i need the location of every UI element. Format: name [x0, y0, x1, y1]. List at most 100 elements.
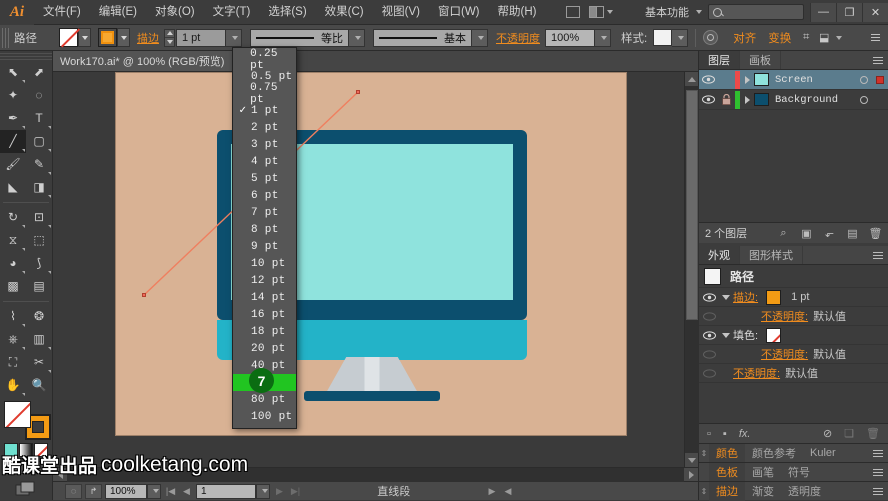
cloud-status-icon[interactable]: ◌ — [65, 483, 82, 499]
tool-rotate[interactable]: ↻ — [0, 206, 26, 229]
appearance-disclosure-icon[interactable] — [719, 294, 733, 300]
tool-blend[interactable]: ❂ — [26, 305, 52, 328]
toolbox-change-screen-icon[interactable] — [15, 481, 37, 500]
zoom-field[interactable]: 100% — [105, 483, 147, 499]
next-artboard-icon[interactable]: ▶ — [273, 484, 286, 499]
tool-slice[interactable]: ✂ — [26, 351, 52, 374]
tool-symbol-sprayer[interactable]: ⎈ — [0, 328, 26, 351]
appearance-disclosure-icon[interactable] — [719, 332, 733, 338]
tool-eyedropper[interactable]: ⌇ — [0, 305, 26, 328]
stroke-color-dropdown[interactable] — [78, 28, 91, 47]
opacity-dropdown-arrow[interactable] — [595, 28, 611, 47]
transform-button[interactable]: 变换 — [762, 30, 797, 46]
fx-icon[interactable]: fx. — [739, 428, 751, 440]
swatches-panel-menu-icon[interactable] — [868, 468, 888, 476]
tool-hand[interactable]: ✋ — [0, 374, 26, 397]
artboard-number-field[interactable]: 1 — [196, 483, 256, 499]
tab-transparency[interactable]: 透明度 — [781, 482, 828, 501]
document-tab[interactable]: Work170.ai* @ 100% (RGB/预览) ✕ — [53, 51, 250, 71]
appearance-stroke-swatch[interactable] — [766, 289, 782, 305]
layers-panel-menu-icon[interactable] — [868, 51, 888, 69]
weight-menu-item[interactable]: 18 pt — [233, 323, 296, 340]
tool-pencil[interactable]: ✎ — [26, 153, 52, 176]
layer-name[interactable]: Screen — [775, 74, 856, 86]
scroll-right-arrow-icon[interactable] — [684, 467, 698, 482]
bridge-icon[interactable] — [561, 3, 585, 21]
control-bar-grip[interactable] — [2, 27, 9, 48]
appearance-row-stroke-opacity[interactable]: 不透明度: 默认值 — [699, 307, 888, 326]
share-on-behance-icon[interactable]: ↱ — [85, 483, 102, 499]
isolate-selected-icon[interactable]: ⌗ — [797, 30, 815, 45]
tab-kuler[interactable]: Kuler — [803, 444, 843, 463]
tool-direct-selection[interactable]: ⬈ — [26, 61, 52, 84]
weight-menu-item[interactable]: 8 pt — [233, 221, 296, 238]
appearance-visibility-icon[interactable] — [699, 330, 719, 340]
close-button[interactable]: ✕ — [862, 2, 888, 22]
align-button[interactable]: 对齐 — [727, 30, 762, 46]
appearance-object-opacity-label[interactable]: 不透明度: — [733, 365, 780, 381]
search-icon[interactable]: ⌕ — [777, 227, 790, 240]
duplicate-icon[interactable]: ▪ — [723, 428, 727, 440]
new-sublayer-icon[interactable]: ⬐ — [823, 227, 836, 240]
menu-effect[interactable]: 效果(C) — [316, 0, 373, 25]
select-similar-icon[interactable]: ⬓ — [815, 30, 833, 45]
duplicate-item-icon[interactable]: ❏ — [844, 427, 854, 440]
tool-lasso[interactable]: ◌ — [26, 84, 52, 107]
opacity-label[interactable]: 不透明度 — [496, 30, 540, 46]
tab-brushes[interactable]: 画笔 — [745, 463, 781, 482]
minimize-button[interactable]: — — [810, 2, 836, 22]
zoom-dropdown-arrow[interactable] — [147, 483, 161, 499]
scroll-down-arrow-icon[interactable] — [684, 453, 699, 467]
new-layer-icon[interactable]: ▤ — [846, 227, 859, 240]
layer-lock-icon[interactable] — [718, 94, 735, 105]
fill-color-swatch[interactable] — [98, 28, 117, 47]
appearance-row-fill[interactable]: 填色: — [699, 326, 888, 345]
first-artboard-icon[interactable]: |◀ — [164, 484, 177, 499]
clear-appearance-icon[interactable]: ⊘ — [823, 427, 832, 440]
tab-layers[interactable]: 图层 — [699, 51, 740, 69]
tool-width[interactable]: ⧖ — [0, 229, 26, 252]
weight-menu-item[interactable]: 2 pt — [233, 119, 296, 136]
tab-swatches[interactable]: 色板 — [709, 462, 745, 482]
artboard[interactable] — [116, 73, 626, 435]
weight-menu-item[interactable]: 3 pt — [233, 136, 296, 153]
menu-object[interactable]: 对象(O) — [146, 0, 204, 25]
weight-menu-item[interactable]: 100 pt — [233, 408, 296, 425]
fill-color-dropdown[interactable] — [117, 28, 130, 47]
layer-disclosure-icon[interactable] — [740, 95, 754, 104]
appearance-visibility-icon[interactable] — [699, 349, 719, 359]
weight-menu-item[interactable]: 0.75 pt — [233, 82, 296, 106]
graphic-style-swatch[interactable] — [653, 29, 673, 46]
weight-menu-item[interactable]: 80 pt — [233, 391, 296, 408]
tool-eraser[interactable]: ◨ — [26, 176, 52, 199]
tab-gradient[interactable]: 渐变 — [745, 482, 781, 501]
last-artboard-icon[interactable]: ▶| — [289, 484, 302, 499]
tool-free-transform[interactable]: ⬚ — [26, 229, 52, 252]
stroke-weight-field[interactable]: 1 pt — [176, 28, 226, 47]
toolbox-handle[interactable] — [0, 53, 52, 61]
tool-type[interactable]: T — [26, 107, 52, 130]
weight-menu-item[interactable]: 16 pt — [233, 306, 296, 323]
menu-window[interactable]: 窗口(W) — [429, 0, 489, 25]
tool-column-graph[interactable]: ▥ — [26, 328, 52, 351]
fill-indicator-swatch[interactable] — [4, 400, 31, 428]
color-panel-menu-icon[interactable] — [868, 449, 888, 457]
search-input[interactable] — [708, 4, 804, 20]
appearance-panel-menu-icon[interactable] — [868, 246, 888, 264]
appearance-opacity-label[interactable]: 不透明度: — [761, 346, 808, 362]
tool-blob-brush[interactable]: ◣ — [0, 176, 26, 199]
tool-magic-wand[interactable]: ✦ — [0, 84, 26, 107]
maximize-button[interactable]: ❐ — [836, 2, 862, 22]
stroke-weight-dropdown-arrow[interactable] — [226, 28, 242, 47]
stroke-color-swatch[interactable] — [59, 28, 78, 47]
stroke-profile-arrow[interactable] — [349, 28, 365, 47]
color-panel-expand-icon[interactable]: ⇕ — [699, 449, 709, 458]
menu-view[interactable]: 视图(V) — [373, 0, 429, 25]
new-art-icon[interactable]: ▫ — [707, 428, 711, 440]
layer-selection-indicator[interactable] — [872, 75, 888, 84]
opacity-field[interactable]: 100% — [545, 28, 595, 47]
status-expand-icon[interactable]: ▶ — [486, 484, 499, 499]
workspace-switcher[interactable]: 基本功能 — [641, 4, 693, 20]
tab-appearance[interactable]: 外观 — [699, 246, 740, 264]
weight-menu-item[interactable]: 14 pt — [233, 289, 296, 306]
